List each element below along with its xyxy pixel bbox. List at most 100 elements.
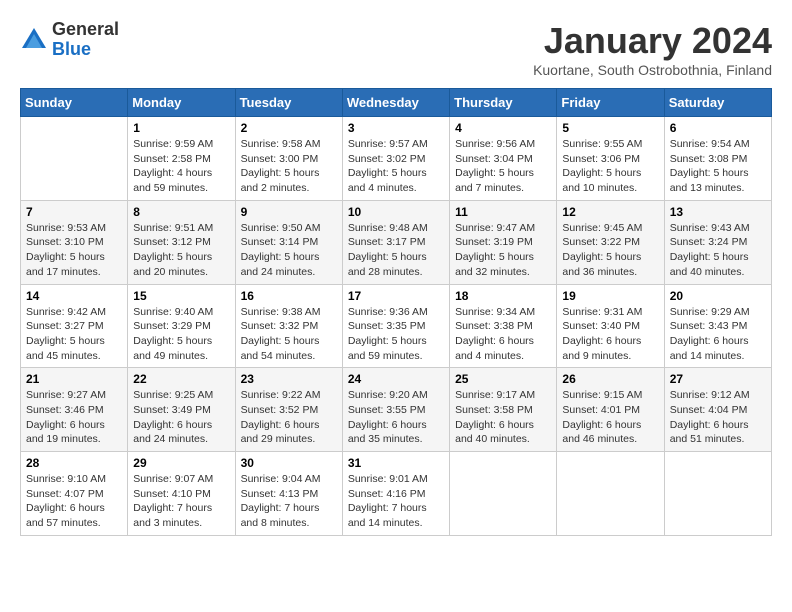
day-number: 15	[133, 289, 229, 303]
day-info: Sunrise: 9:50 AMSunset: 3:14 PMDaylight:…	[241, 221, 337, 280]
day-cell: 14 Sunrise: 9:42 AMSunset: 3:27 PMDayligh…	[21, 284, 128, 368]
week-row-3: 21 Sunrise: 9:27 AMSunset: 3:46 PMDayligh…	[21, 368, 772, 452]
day-cell: 12 Sunrise: 9:45 AMSunset: 3:22 PMDayligh…	[557, 200, 664, 284]
day-number: 30	[241, 456, 337, 470]
day-cell: 22 Sunrise: 9:25 AMSunset: 3:49 PMDayligh…	[128, 368, 235, 452]
day-number: 14	[26, 289, 122, 303]
page-header: General Blue January 2024 Kuortane, Sout…	[20, 20, 772, 78]
day-number: 16	[241, 289, 337, 303]
day-cell	[450, 452, 557, 536]
day-number: 21	[26, 372, 122, 386]
day-info: Sunrise: 9:57 AMSunset: 3:02 PMDaylight:…	[348, 137, 444, 196]
day-number: 20	[670, 289, 766, 303]
day-cell: 31 Sunrise: 9:01 AMSunset: 4:16 PMDayligh…	[342, 452, 449, 536]
day-number: 13	[670, 205, 766, 219]
header-sunday: Sunday	[21, 89, 128, 117]
day-info: Sunrise: 9:17 AMSunset: 3:58 PMDaylight:…	[455, 388, 551, 447]
day-number: 18	[455, 289, 551, 303]
header-row: SundayMondayTuesdayWednesdayThursdayFrid…	[21, 89, 772, 117]
calendar-body: 1Sunrise: 9:59 AMSunset: 2:58 PMDaylight…	[21, 117, 772, 536]
week-row-2: 14 Sunrise: 9:42 AMSunset: 3:27 PMDayligh…	[21, 284, 772, 368]
day-info: Sunrise: 9:54 AMSunset: 3:08 PMDaylight:…	[670, 137, 766, 196]
day-cell: 21 Sunrise: 9:27 AMSunset: 3:46 PMDayligh…	[21, 368, 128, 452]
day-number: 12	[562, 205, 658, 219]
day-cell	[664, 452, 771, 536]
day-cell: 5Sunrise: 9:55 AMSunset: 3:06 PMDaylight…	[557, 117, 664, 201]
day-info: Sunrise: 9:27 AMSunset: 3:46 PMDaylight:…	[26, 388, 122, 447]
week-row-0: 1Sunrise: 9:59 AMSunset: 2:58 PMDaylight…	[21, 117, 772, 201]
logo-text: General Blue	[52, 20, 119, 60]
day-info: Sunrise: 9:22 AMSunset: 3:52 PMDaylight:…	[241, 388, 337, 447]
day-info: Sunrise: 9:45 AMSunset: 3:22 PMDaylight:…	[562, 221, 658, 280]
day-info: Sunrise: 9:40 AMSunset: 3:29 PMDaylight:…	[133, 305, 229, 364]
day-cell: 23Sunrise: 9:22 AMSunset: 3:52 PMDayligh…	[235, 368, 342, 452]
day-info: Sunrise: 9:20 AMSunset: 3:55 PMDaylight:…	[348, 388, 444, 447]
day-info: Sunrise: 9:10 AMSunset: 4:07 PMDaylight:…	[26, 472, 122, 531]
logo-icon	[20, 26, 48, 54]
day-cell: 2 Sunrise: 9:58 AMSunset: 3:00 PMDaylight…	[235, 117, 342, 201]
calendar-title: January 2024	[533, 20, 772, 62]
title-area: January 2024 Kuortane, South Ostrobothni…	[533, 20, 772, 78]
day-cell: 16 Sunrise: 9:38 AMSunset: 3:32 PMDayligh…	[235, 284, 342, 368]
day-cell	[21, 117, 128, 201]
day-number: 8	[133, 205, 229, 219]
day-number: 5	[562, 121, 658, 135]
day-number: 4	[455, 121, 551, 135]
day-cell: 6Sunrise: 9:54 AMSunset: 3:08 PMDaylight…	[664, 117, 771, 201]
day-cell: 11Sunrise: 9:47 AMSunset: 3:19 PMDayligh…	[450, 200, 557, 284]
day-info: Sunrise: 9:36 AMSunset: 3:35 PMDaylight:…	[348, 305, 444, 364]
day-number: 31	[348, 456, 444, 470]
day-info: Sunrise: 9:25 AMSunset: 3:49 PMDaylight:…	[133, 388, 229, 447]
day-number: 1	[133, 121, 229, 135]
day-number: 29	[133, 456, 229, 470]
logo-blue: Blue	[52, 40, 119, 60]
day-cell: 4Sunrise: 9:56 AMSunset: 3:04 PMDaylight…	[450, 117, 557, 201]
day-cell: 13 Sunrise: 9:43 AMSunset: 3:24 PMDayligh…	[664, 200, 771, 284]
day-cell: 28Sunrise: 9:10 AMSunset: 4:07 PMDayligh…	[21, 452, 128, 536]
day-number: 27	[670, 372, 766, 386]
header-tuesday: Tuesday	[235, 89, 342, 117]
day-number: 17	[348, 289, 444, 303]
day-info: Sunrise: 9:51 AMSunset: 3:12 PMDaylight:…	[133, 221, 229, 280]
day-info: Sunrise: 9:01 AMSunset: 4:16 PMDaylight:…	[348, 472, 444, 531]
day-info: Sunrise: 9:48 AMSunset: 3:17 PMDaylight:…	[348, 221, 444, 280]
day-number: 7	[26, 205, 122, 219]
day-info: Sunrise: 9:58 AMSunset: 3:00 PMDaylight:…	[241, 137, 337, 196]
day-info: Sunrise: 9:42 AMSunset: 3:27 PMDaylight:…	[26, 305, 122, 364]
day-info: Sunrise: 9:34 AMSunset: 3:38 PMDaylight:…	[455, 305, 551, 364]
day-number: 9	[241, 205, 337, 219]
day-info: Sunrise: 9:15 AMSunset: 4:01 PMDaylight:…	[562, 388, 658, 447]
logo-general: General	[52, 20, 119, 40]
day-cell: 19Sunrise: 9:31 AMSunset: 3:40 PMDayligh…	[557, 284, 664, 368]
day-cell: 30 Sunrise: 9:04 AMSunset: 4:13 PMDayligh…	[235, 452, 342, 536]
header-friday: Friday	[557, 89, 664, 117]
day-info: Sunrise: 9:38 AMSunset: 3:32 PMDaylight:…	[241, 305, 337, 364]
day-number: 2	[241, 121, 337, 135]
day-number: 26	[562, 372, 658, 386]
calendar-subtitle: Kuortane, South Ostrobothnia, Finland	[533, 62, 772, 78]
day-number: 25	[455, 372, 551, 386]
day-cell: 15 Sunrise: 9:40 AMSunset: 3:29 PMDayligh…	[128, 284, 235, 368]
logo: General Blue	[20, 20, 119, 60]
day-info: Sunrise: 9:07 AMSunset: 4:10 PMDaylight:…	[133, 472, 229, 531]
day-number: 22	[133, 372, 229, 386]
calendar-header: SundayMondayTuesdayWednesdayThursdayFrid…	[21, 89, 772, 117]
day-info: Sunrise: 9:04 AMSunset: 4:13 PMDaylight:…	[241, 472, 337, 531]
day-cell: 26 Sunrise: 9:15 AMSunset: 4:01 PMDayligh…	[557, 368, 664, 452]
calendar-table: SundayMondayTuesdayWednesdayThursdayFrid…	[20, 88, 772, 536]
day-cell: 18 Sunrise: 9:34 AMSunset: 3:38 PMDayligh…	[450, 284, 557, 368]
day-cell: 7Sunrise: 9:53 AMSunset: 3:10 PMDaylight…	[21, 200, 128, 284]
day-cell: 24Sunrise: 9:20 AMSunset: 3:55 PMDayligh…	[342, 368, 449, 452]
day-cell: 27Sunrise: 9:12 AMSunset: 4:04 PMDayligh…	[664, 368, 771, 452]
day-info: Sunrise: 9:43 AMSunset: 3:24 PMDaylight:…	[670, 221, 766, 280]
day-cell: 1Sunrise: 9:59 AMSunset: 2:58 PMDaylight…	[128, 117, 235, 201]
week-row-1: 7Sunrise: 9:53 AMSunset: 3:10 PMDaylight…	[21, 200, 772, 284]
day-cell: 29 Sunrise: 9:07 AMSunset: 4:10 PMDayligh…	[128, 452, 235, 536]
day-number: 10	[348, 205, 444, 219]
week-row-4: 28Sunrise: 9:10 AMSunset: 4:07 PMDayligh…	[21, 452, 772, 536]
day-info: Sunrise: 9:31 AMSunset: 3:40 PMDaylight:…	[562, 305, 658, 364]
header-thursday: Thursday	[450, 89, 557, 117]
day-number: 3	[348, 121, 444, 135]
day-cell: 3 Sunrise: 9:57 AMSunset: 3:02 PMDaylight…	[342, 117, 449, 201]
day-cell: 17 Sunrise: 9:36 AMSunset: 3:35 PMDayligh…	[342, 284, 449, 368]
